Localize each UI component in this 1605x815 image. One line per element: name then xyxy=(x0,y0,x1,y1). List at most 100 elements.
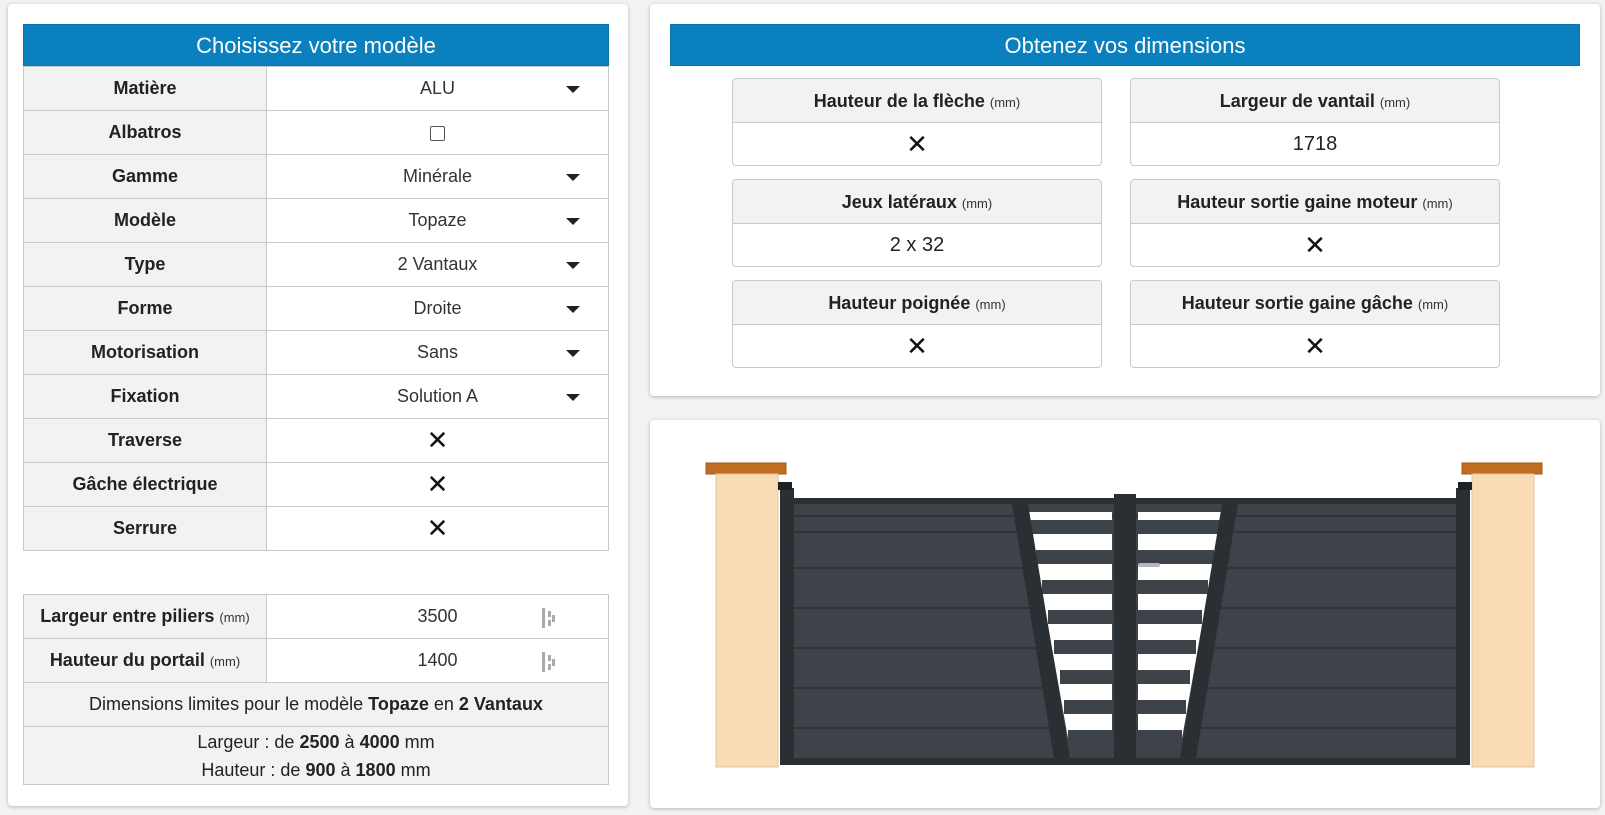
box-label: Jeux latéraux xyxy=(841,192,957,212)
hauteur-fleche-box: Hauteur de la flèche (mm) ✕ xyxy=(732,78,1102,166)
limit-to: à xyxy=(344,731,355,752)
limits-model: Topaze xyxy=(368,694,429,714)
chevron-down-icon xyxy=(566,306,580,313)
matiere-select[interactable]: ALU xyxy=(266,66,609,111)
close-icon: ✕ xyxy=(1304,331,1326,362)
row-label: Traverse xyxy=(23,418,267,463)
box-unit: (mm) xyxy=(961,196,993,211)
row-label: Serrure xyxy=(23,506,267,551)
handle xyxy=(1138,563,1160,567)
left-pillar-cap xyxy=(705,462,787,475)
chevron-down-icon xyxy=(566,86,580,93)
width-input[interactable]: 3500 xyxy=(266,594,609,639)
bottom-rail xyxy=(794,758,1456,765)
height-limits: Hauteur : de 900 à 1800 mm xyxy=(24,756,608,784)
row-fixation: Fixation Solution A xyxy=(23,374,609,419)
row-hauteur-portail: Hauteur du portail (mm) 1400 xyxy=(23,638,609,683)
row-albatros: Albatros xyxy=(23,110,609,155)
close-icon: ✕ xyxy=(426,425,449,456)
gate-preview-panel xyxy=(650,420,1600,808)
box-label: Hauteur poignée xyxy=(828,293,971,313)
box-label: Hauteur sortie gaine moteur xyxy=(1177,192,1418,212)
select-value: Minérale xyxy=(402,166,473,186)
row-label: Modèle xyxy=(23,198,267,243)
box-label: Hauteur sortie gaine gâche xyxy=(1181,293,1413,313)
gamme-select[interactable]: Minérale xyxy=(266,154,609,199)
box-value: 1718 xyxy=(1292,133,1338,155)
row-label: Forme xyxy=(23,286,267,331)
box-unit: (mm) xyxy=(975,297,1006,312)
gate-preview-image xyxy=(705,462,1543,768)
forme-select[interactable]: Droite xyxy=(266,286,609,331)
row-label: Type xyxy=(23,242,267,287)
box-label: Hauteur de la flèche xyxy=(813,91,985,111)
right-pillar xyxy=(1471,473,1535,768)
limit-unit: mm xyxy=(404,731,435,752)
limit-prefix: Largeur : de xyxy=(197,731,295,752)
limit-max: 1800 xyxy=(355,759,396,780)
chevron-down-icon xyxy=(566,394,580,401)
box-title: Hauteur sortie gaine gâche (mm) xyxy=(1131,281,1499,325)
close-icon: ✕ xyxy=(426,469,449,500)
serrure-toggle[interactable]: ✕ xyxy=(266,506,609,551)
row-matiere: Matière ALU xyxy=(23,66,609,111)
row-gamme: Gamme Minérale xyxy=(23,154,609,199)
albatros-cell xyxy=(266,110,609,155)
model-configurator-panel: Choisissez votre modèle Matière ALU Alba… xyxy=(8,4,628,806)
limit-min: 2500 xyxy=(299,731,340,752)
close-icon: ✕ xyxy=(1304,230,1326,261)
select-value: ALU xyxy=(419,78,455,98)
traverse-toggle[interactable]: ✕ xyxy=(266,418,609,463)
fixation-select[interactable]: Solution A xyxy=(266,374,609,419)
gache-electrique-toggle[interactable]: ✕ xyxy=(266,462,609,507)
left-post xyxy=(780,488,794,765)
select-value: Sans xyxy=(416,342,459,362)
row-modele: Modèle Topaze xyxy=(23,198,609,243)
jeux-lateraux-box: Jeux latéraux (mm) 2 x 32 xyxy=(732,179,1102,267)
height-value: 1400 xyxy=(417,650,458,670)
type-select[interactable]: 2 Vantaux xyxy=(266,242,609,287)
height-label-cell: Hauteur du portail (mm) xyxy=(23,638,267,683)
select-value: Topaze xyxy=(408,210,467,230)
chevron-down-icon xyxy=(566,174,580,181)
modele-select[interactable]: Topaze xyxy=(266,198,609,243)
right-pillar-cap xyxy=(1461,462,1543,475)
box-title: Hauteur poignée (mm) xyxy=(733,281,1101,325)
hauteur-poignee-box: Hauteur poignée (mm) ✕ xyxy=(732,280,1102,368)
row-limits-title: Dimensions limites pour le modèle Topaze… xyxy=(23,682,609,727)
limit-unit: mm xyxy=(400,759,431,780)
box-unit: (mm) xyxy=(1379,95,1411,110)
select-value: Solution A xyxy=(396,386,479,406)
row-label: Gâche électrique xyxy=(23,462,267,507)
limits-type: 2 Vantaux xyxy=(458,694,543,714)
width-label-cell: Largeur entre piliers (mm) xyxy=(23,594,267,639)
height-input[interactable]: 1400 xyxy=(266,638,609,683)
row-label: Gamme xyxy=(23,154,267,199)
row-limits-values: Largeur : de 2500 à 4000 mm Hauteur : de… xyxy=(23,726,609,785)
select-value: 2 Vantaux xyxy=(397,254,478,274)
width-label: Largeur entre piliers xyxy=(40,606,215,626)
albatros-checkbox[interactable] xyxy=(430,125,445,141)
close-icon: ✕ xyxy=(906,129,928,160)
row-motorisation: Motorisation Sans xyxy=(23,330,609,375)
box-unit: (mm) xyxy=(1422,196,1453,211)
chevron-down-icon xyxy=(566,218,580,225)
width-value: 3500 xyxy=(417,606,458,626)
limits-prefix: Dimensions limites pour le modèle xyxy=(89,694,364,714)
select-value: Droite xyxy=(413,298,462,318)
box-value: ✕ xyxy=(733,325,1101,367)
box-title: Largeur de vantail (mm) xyxy=(1131,79,1499,123)
motorisation-select[interactable]: Sans xyxy=(266,330,609,375)
close-icon: ✕ xyxy=(906,331,928,362)
configurator-title: Choisissez votre modèle xyxy=(23,24,609,66)
ruler-icon xyxy=(542,652,556,672)
dimensions-result-panel: Obtenez vos dimensions Hauteur de la flè… xyxy=(650,4,1600,396)
limit-max: 4000 xyxy=(359,731,400,752)
box-value: ✕ xyxy=(733,123,1101,165)
limit-prefix: Hauteur : de xyxy=(201,759,301,780)
row-type: Type 2 Vantaux xyxy=(23,242,609,287)
largeur-vantail-box: Largeur de vantail (mm) 1718 xyxy=(1130,78,1500,166)
box-label: Largeur de vantail xyxy=(1219,91,1375,111)
box-unit: (mm) xyxy=(1417,297,1449,312)
dimensions-title: Obtenez vos dimensions xyxy=(670,24,1580,66)
